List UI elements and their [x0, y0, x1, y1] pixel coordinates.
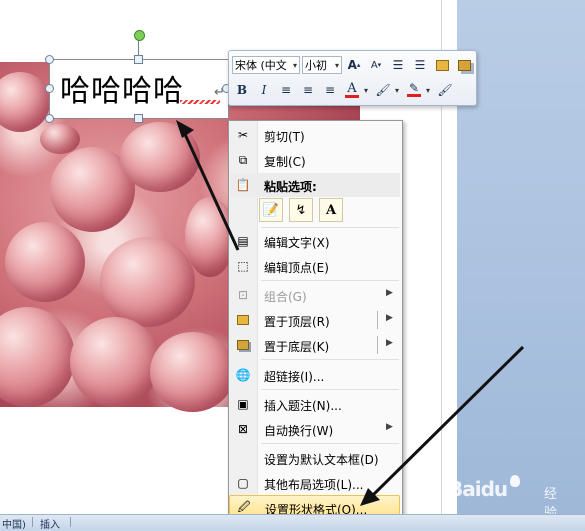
status-language[interactable]: 中国): [2, 516, 26, 531]
status-insert-mode[interactable]: 插入: [40, 516, 60, 531]
status-divider: [70, 517, 71, 527]
paw-icon: [510, 475, 520, 487]
status-divider: [32, 517, 33, 527]
arrowhead-icon: [176, 120, 194, 138]
watermark-brand: Baidu: [448, 477, 508, 501]
status-bar: 中国) 插入: [0, 514, 585, 531]
annotation-arrows: [176, 120, 525, 506]
baidu-watermark: Baidu 经验: [448, 475, 557, 521]
arrow-to-format-shape: [370, 345, 525, 498]
arrow-to-textbox: [182, 131, 240, 251]
